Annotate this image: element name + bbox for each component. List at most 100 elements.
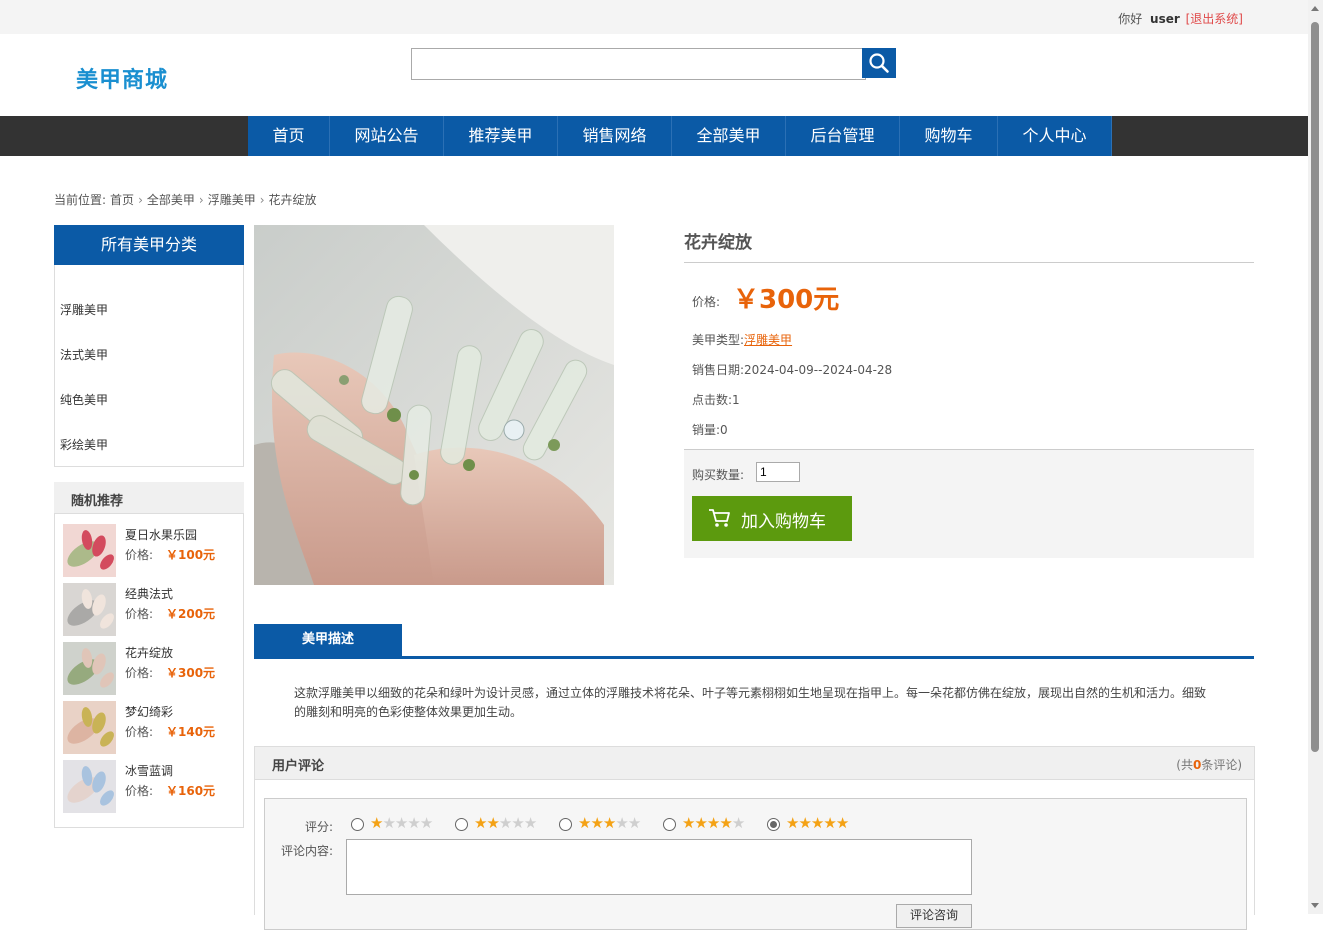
rating-stars-icon[interactable]: ★★★★★: [370, 815, 433, 831]
review-count-prefix: (共: [1176, 758, 1193, 772]
chevron-right-icon: ›: [198, 193, 204, 207]
date-value: 2024-04-09--2024-04-28: [744, 363, 893, 377]
random-item[interactable]: 冰雪蓝调价格: ￥160元: [63, 760, 238, 814]
breadcrumb: 当前位置: 首页 › 全部美甲 › 浮雕美甲 › 花卉绽放: [54, 191, 321, 208]
review-textarea[interactable]: [346, 839, 972, 895]
type-link[interactable]: 浮雕美甲: [744, 333, 792, 347]
random-item[interactable]: 夏日水果乐园 价格: ￥100元: [63, 524, 238, 578]
product-price: ￥300元: [733, 285, 840, 315]
breadcrumb-home[interactable]: 首页: [110, 193, 134, 207]
add-to-cart-button[interactable]: 加入购物车: [692, 496, 852, 541]
random-item-price-label: 价格:: [125, 784, 154, 798]
nav-item[interactable]: 后台管理: [786, 116, 900, 156]
rating-radio-3[interactable]: [559, 818, 572, 831]
product-thumbnail[interactable]: [63, 760, 116, 813]
random-item-price-label: 价格:: [125, 666, 154, 680]
product-thumbnail[interactable]: [63, 524, 116, 577]
site-header: 美甲商城: [0, 34, 1308, 116]
nav-item[interactable]: 个人中心: [998, 116, 1112, 156]
random-item-name[interactable]: 花卉绽放: [125, 644, 173, 661]
nav-item[interactable]: 全部美甲: [672, 116, 786, 156]
rating-stars-icon[interactable]: ★★★★★: [578, 815, 641, 831]
date-row: 销售日期:2024-04-09--2024-04-28: [692, 361, 892, 378]
add-to-cart-label: 加入购物车: [741, 512, 826, 532]
sales-value: 0: [720, 423, 728, 437]
product-thumbnail[interactable]: [63, 583, 116, 636]
scrollbar[interactable]: [1308, 0, 1323, 914]
review-count-suffix: 条评论): [1201, 758, 1242, 772]
nav-item[interactable]: 销售网络: [558, 116, 672, 156]
review-count: (共0条评论): [1176, 756, 1242, 773]
user-greeting: 你好 user [退出系统]: [1118, 10, 1243, 27]
price-label: 价格:: [692, 295, 721, 309]
type-label: 美甲类型:: [692, 333, 745, 347]
nav-item[interactable]: 首页: [248, 116, 330, 156]
scroll-down-icon[interactable]: [1311, 903, 1319, 908]
random-item-price: ￥300元: [166, 666, 216, 680]
random-item-name[interactable]: 夏日水果乐园: [125, 526, 197, 543]
cart-icon: [709, 509, 730, 527]
rating-stars-icon[interactable]: ★★★★★: [786, 815, 849, 831]
product-thumbnail[interactable]: [63, 642, 116, 695]
rating-stars-icon[interactable]: ★★★★★: [474, 815, 537, 831]
random-item-price: ￥140元: [166, 725, 216, 739]
category-item[interactable]: 彩绘美甲: [60, 436, 108, 453]
random-item-price: ￥100元: [166, 548, 216, 562]
category-item[interactable]: 纯色美甲: [60, 391, 108, 408]
search-input[interactable]: [411, 48, 866, 80]
rating-label: 评分:: [305, 820, 334, 834]
search-icon: [869, 53, 889, 73]
nav-item[interactable]: 推荐美甲: [444, 116, 558, 156]
quantity-input[interactable]: [756, 462, 800, 482]
search-button[interactable]: [862, 48, 896, 78]
tab-description[interactable]: 美甲描述: [254, 624, 402, 656]
random-item[interactable]: 经典法式价格: ￥200元: [63, 583, 238, 637]
scroll-up-icon[interactable]: [1311, 6, 1319, 11]
product-description: 这款浮雕美甲以细致的花朵和绿叶为设计灵感，通过立体的浮雕技术将花朵、叶子等元素栩…: [294, 686, 1207, 719]
divider: [684, 262, 1254, 263]
review-header: 用户评论 (共0条评论): [255, 747, 1254, 780]
review-form: 评分: ★★★★★ ★★★★★ ★★★★★ ★★★★★ ★★★★★ 评论内容: 评论咨询: [264, 798, 1247, 930]
random-item-price-label: 价格:: [125, 725, 154, 739]
breadcrumb-category[interactable]: 浮雕美甲: [208, 193, 256, 207]
random-title-bar: 随机推荐: [54, 482, 244, 514]
random-item-price: ￥160元: [166, 784, 216, 798]
clicks-value: 1: [732, 393, 740, 407]
clicks-label: 点击数:: [692, 393, 733, 407]
type-row: 美甲类型:浮雕美甲: [692, 331, 792, 348]
scrollbar-thumb[interactable]: [1311, 22, 1319, 752]
nav-item[interactable]: 购物车: [900, 116, 998, 156]
random-item-price: ￥200元: [166, 607, 216, 621]
random-item-price-label: 价格:: [125, 607, 154, 621]
rating-radio-1[interactable]: [351, 818, 364, 831]
rating-radio-5[interactable]: [767, 818, 780, 831]
random-item-name[interactable]: 经典法式: [125, 585, 173, 602]
random-item-name[interactable]: 梦幻绮彩: [125, 703, 173, 720]
rating-radio-2[interactable]: [455, 818, 468, 831]
chevron-right-icon: ›: [259, 193, 265, 207]
rating-radio-4[interactable]: [663, 818, 676, 831]
chevron-right-icon: ›: [138, 193, 143, 207]
logout-link[interactable]: [退出系统]: [1186, 12, 1243, 26]
username: user: [1150, 12, 1180, 26]
qty-label: 购买数量:: [692, 468, 745, 482]
breadcrumb-all[interactable]: 全部美甲: [147, 193, 195, 207]
random-title: 随机推荐: [71, 494, 124, 509]
product-thumbnail[interactable]: [63, 701, 116, 754]
content-label: 评论内容:: [281, 844, 334, 858]
site-logo[interactable]: 美甲商城: [76, 62, 168, 94]
random-item[interactable]: 花卉绽放价格: ￥300元: [63, 642, 238, 696]
category-item[interactable]: 浮雕美甲: [60, 301, 108, 318]
random-item-name[interactable]: 冰雪蓝调: [125, 762, 173, 779]
date-label: 销售日期:: [692, 363, 745, 377]
sales-row: 销量:0: [692, 421, 728, 438]
breadcrumb-prefix: 当前位置:: [54, 193, 107, 207]
review-title: 用户评论: [272, 759, 325, 774]
nav-item[interactable]: 网站公告: [330, 116, 444, 156]
rating-stars-icon[interactable]: ★★★★★: [682, 815, 745, 831]
category-item[interactable]: 法式美甲: [60, 346, 108, 363]
random-item[interactable]: 梦幻绮彩价格: ￥140元: [63, 701, 238, 755]
greeting-text: 你好: [1118, 12, 1143, 26]
submit-review-button[interactable]: 评论咨询: [896, 904, 972, 928]
review-section: 用户评论 (共0条评论) 评分: ★★★★★ ★★★★★ ★★★★★ ★★★★★ ★★★…: [254, 746, 1255, 930]
